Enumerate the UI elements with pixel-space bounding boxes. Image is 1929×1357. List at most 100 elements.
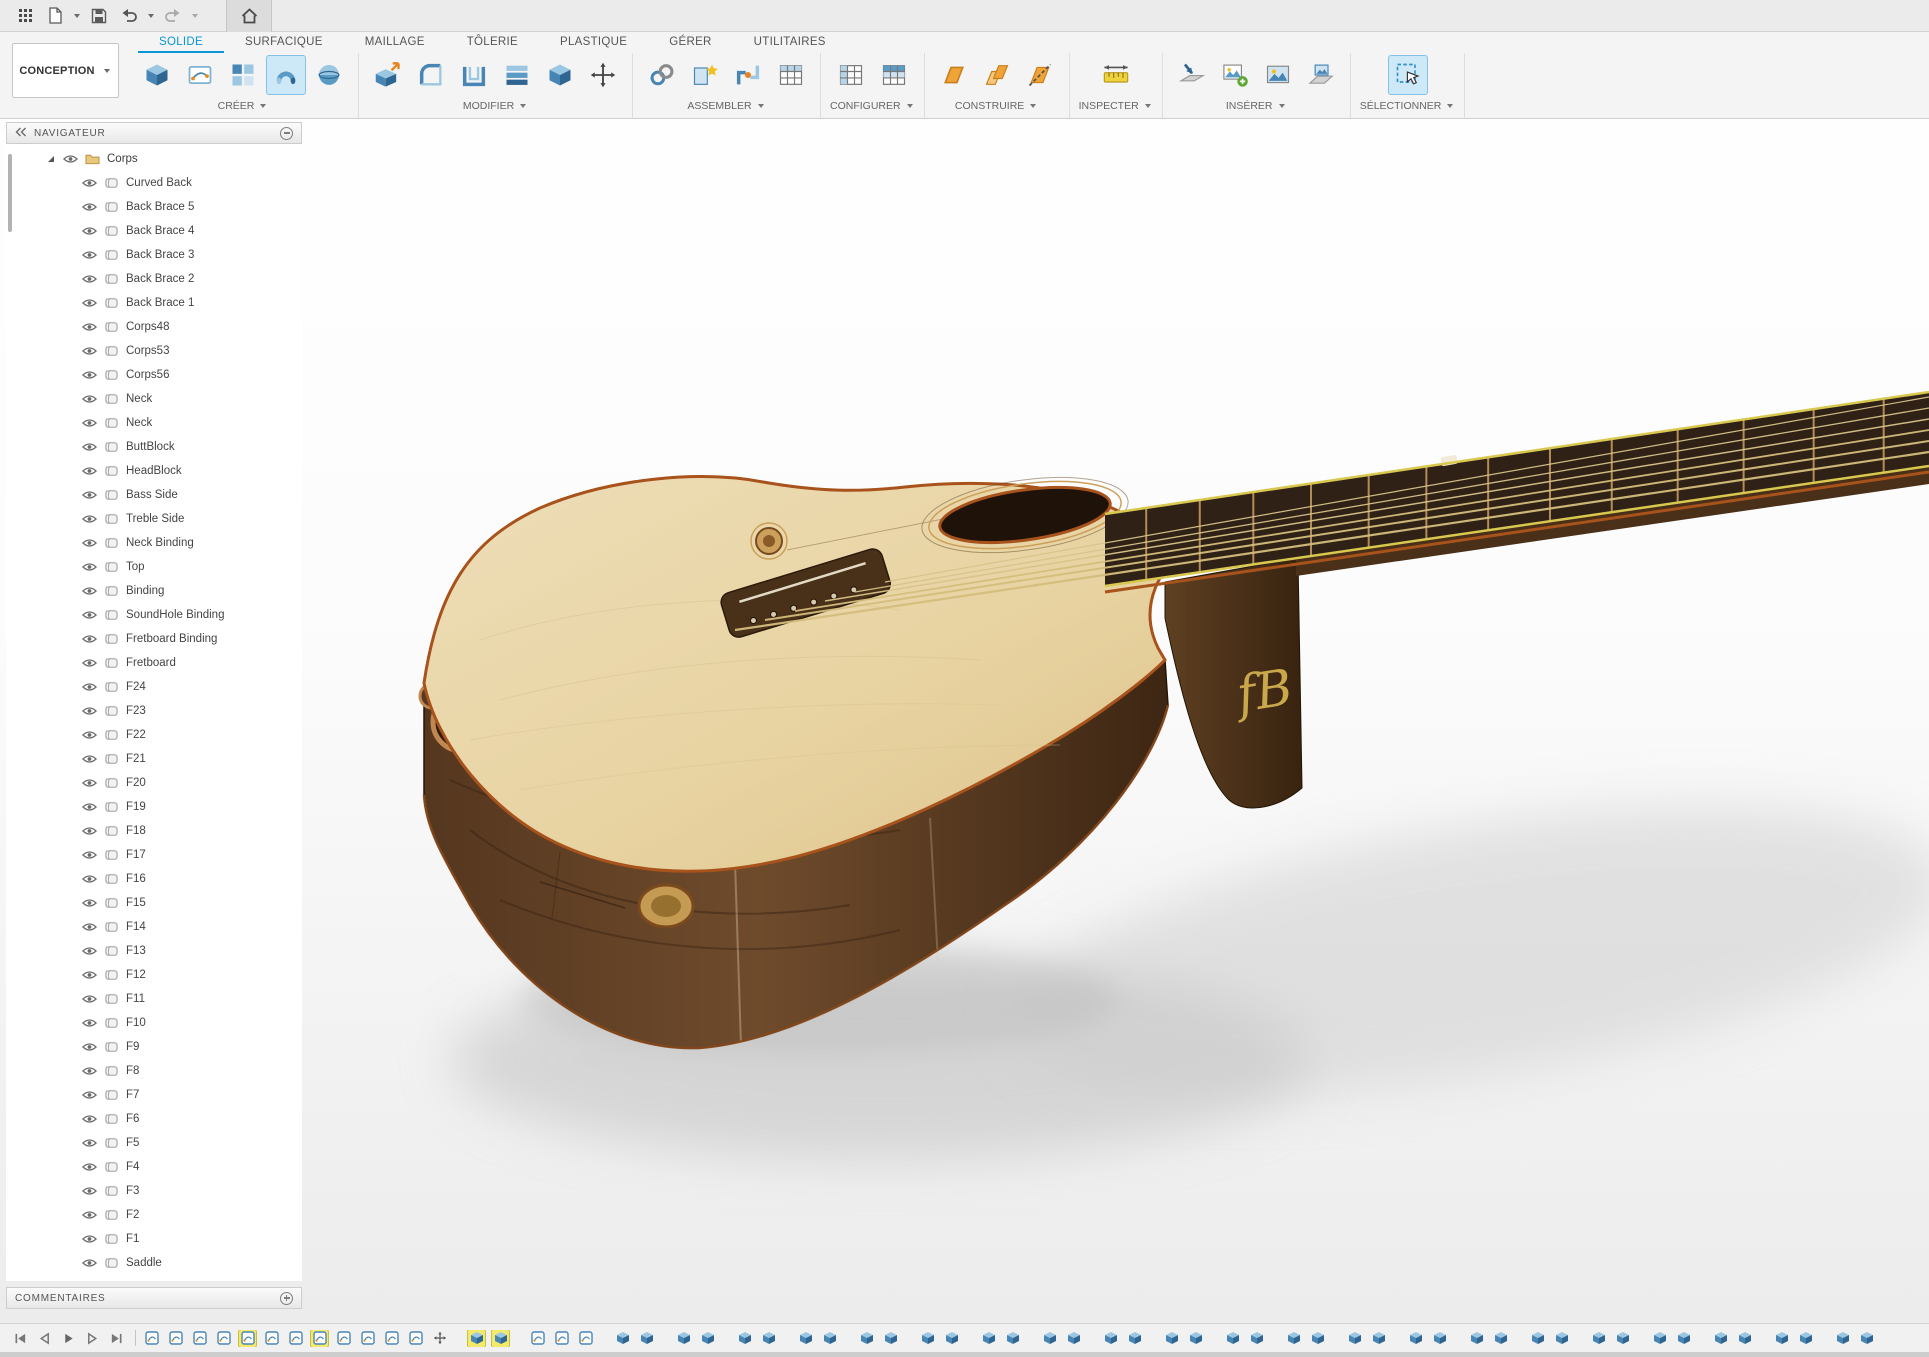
- timeline-feature-marker[interactable]: [699, 1330, 716, 1347]
- timeline-feature-marker[interactable]: [882, 1330, 899, 1347]
- tree-item-label[interactable]: F16: [126, 873, 146, 885]
- tree-item[interactable]: Bass Side: [6, 483, 302, 507]
- visibility-eye-icon[interactable]: [82, 346, 97, 356]
- tree-item-label[interactable]: F17: [126, 849, 146, 861]
- tree-item[interactable]: F19: [6, 795, 302, 819]
- timeline-feature-marker[interactable]: [614, 1330, 631, 1347]
- tree-item[interactable]: Back Brace 5: [6, 195, 302, 219]
- tree-root-row[interactable]: Corps: [6, 147, 302, 171]
- decal-button[interactable]: [1301, 55, 1341, 95]
- visibility-eye-icon[interactable]: [82, 250, 97, 260]
- visibility-eye-icon[interactable]: [82, 1018, 97, 1028]
- canvas-image-button[interactable]: [1258, 55, 1298, 95]
- tree-item[interactable]: Back Brace 1: [6, 291, 302, 315]
- derive-button[interactable]: [1172, 55, 1212, 95]
- tree-item-label[interactable]: ButtBlock: [126, 441, 175, 453]
- group-label-insrer[interactable]: INSÉRER: [1226, 100, 1287, 112]
- visibility-eye-icon[interactable]: [82, 634, 97, 644]
- tree-item[interactable]: ButtBlock: [6, 435, 302, 459]
- visibility-eye-icon[interactable]: [82, 1210, 97, 1220]
- tree-item-label[interactable]: F15: [126, 897, 146, 909]
- tab-utilitaires[interactable]: UTILITAIRES: [733, 32, 847, 53]
- navigator-scrollbar[interactable]: [8, 154, 12, 232]
- tree-item-label[interactable]: F4: [126, 1161, 139, 1173]
- save-icon[interactable]: [86, 3, 112, 29]
- timeline-sketch-marker[interactable]: [143, 1330, 160, 1347]
- tree-item-label[interactable]: F22: [126, 729, 146, 741]
- sweep-button[interactable]: [266, 55, 306, 95]
- tree-item[interactable]: F21: [6, 747, 302, 771]
- step-forward-button[interactable]: [80, 1327, 104, 1349]
- visibility-eye-icon[interactable]: [82, 586, 97, 596]
- timeline-sketch-marker[interactable]: [311, 1330, 328, 1347]
- press-pull-button[interactable]: [368, 55, 408, 95]
- tree-item[interactable]: F13: [6, 939, 302, 963]
- combine-button[interactable]: [497, 55, 537, 95]
- new-component-button[interactable]: [685, 55, 725, 95]
- tree-item-label[interactable]: F14: [126, 921, 146, 933]
- tree-item-label[interactable]: Corps56: [126, 369, 169, 381]
- visibility-eye-icon[interactable]: [82, 898, 97, 908]
- expand-comments-icon[interactable]: [280, 1292, 293, 1305]
- tree-item[interactable]: F16: [6, 867, 302, 891]
- tree-item[interactable]: Corps53: [6, 339, 302, 363]
- timeline-sketch-marker[interactable]: [191, 1330, 208, 1347]
- timeline-feature-marker[interactable]: [1285, 1330, 1302, 1347]
- timeline-feature-marker[interactable]: [943, 1330, 960, 1347]
- new-solid-button[interactable]: [137, 55, 177, 95]
- move-copy-button[interactable]: [583, 55, 623, 95]
- visibility-eye-icon[interactable]: [82, 490, 97, 500]
- undo-icon[interactable]: [116, 3, 142, 29]
- timeline-move-marker[interactable]: [431, 1330, 448, 1347]
- visibility-eye-icon[interactable]: [82, 922, 97, 932]
- tree-item[interactable]: Neck Binding: [6, 531, 302, 555]
- timeline-feature-marker[interactable]: [1102, 1330, 1119, 1347]
- axis-button[interactable]: [1020, 55, 1060, 95]
- replace-face-button[interactable]: [540, 55, 580, 95]
- midplane-button[interactable]: [977, 55, 1017, 95]
- timeline-feature-marker[interactable]: [1431, 1330, 1448, 1347]
- timeline-feature-marker[interactable]: [736, 1330, 753, 1347]
- tab-grer[interactable]: GÉRER: [648, 32, 732, 53]
- timeline-sketch-marker[interactable]: [359, 1330, 376, 1347]
- tree-item[interactable]: Corps56: [6, 363, 302, 387]
- timeline-feature-marker[interactable]: [1590, 1330, 1607, 1347]
- tree-item[interactable]: Treble Side: [6, 507, 302, 531]
- visibility-eye-icon[interactable]: [82, 1090, 97, 1100]
- tree-item-label[interactable]: Back Brace 5: [126, 201, 194, 213]
- tree-item[interactable]: F2: [6, 1203, 302, 1227]
- tree-item[interactable]: F11: [6, 987, 302, 1011]
- tree-item-label[interactable]: F2: [126, 1209, 139, 1221]
- timeline-sketch-marker[interactable]: [383, 1330, 400, 1347]
- tree-item[interactable]: F24: [6, 675, 302, 699]
- tree-item-label[interactable]: Back Brace 4: [126, 225, 194, 237]
- file-icon[interactable]: [42, 3, 68, 29]
- visibility-eye-icon[interactable]: [82, 706, 97, 716]
- visibility-eye-icon[interactable]: [82, 1186, 97, 1196]
- redo-history-caret[interactable]: [192, 14, 198, 18]
- tree-item-label[interactable]: F11: [126, 993, 145, 1005]
- tree-item[interactable]: F23: [6, 699, 302, 723]
- timeline-feature-marker[interactable]: [1346, 1330, 1363, 1347]
- group-label-crer[interactable]: CRÉER: [218, 100, 269, 112]
- group-label-modifier[interactable]: MODIFIER: [463, 100, 528, 112]
- timeline-sketch-marker[interactable]: [215, 1330, 232, 1347]
- tree-item[interactable]: F22: [6, 723, 302, 747]
- tree-item-label[interactable]: F9: [126, 1041, 139, 1053]
- visibility-eye-icon[interactable]: [82, 826, 97, 836]
- revolve-button[interactable]: [309, 55, 349, 95]
- undo-history-caret[interactable]: [148, 14, 154, 18]
- visibility-eye-icon[interactable]: [63, 154, 78, 164]
- measure-button[interactable]: [1096, 55, 1136, 95]
- timeline-sketch-marker[interactable]: [553, 1330, 570, 1347]
- tree-item-label[interactable]: F10: [126, 1017, 146, 1029]
- tree-item-label[interactable]: F8: [126, 1065, 139, 1077]
- tree-item[interactable]: F15: [6, 891, 302, 915]
- visibility-eye-icon[interactable]: [82, 682, 97, 692]
- tree-item[interactable]: F14: [6, 915, 302, 939]
- redo-icon[interactable]: [160, 3, 186, 29]
- tree-item[interactable]: F4: [6, 1155, 302, 1179]
- timeline-feature-marker[interactable]: [1407, 1330, 1424, 1347]
- timeline-feature-marker[interactable]: [1797, 1330, 1814, 1347]
- tree-item-label[interactable]: Fretboard: [126, 657, 176, 669]
